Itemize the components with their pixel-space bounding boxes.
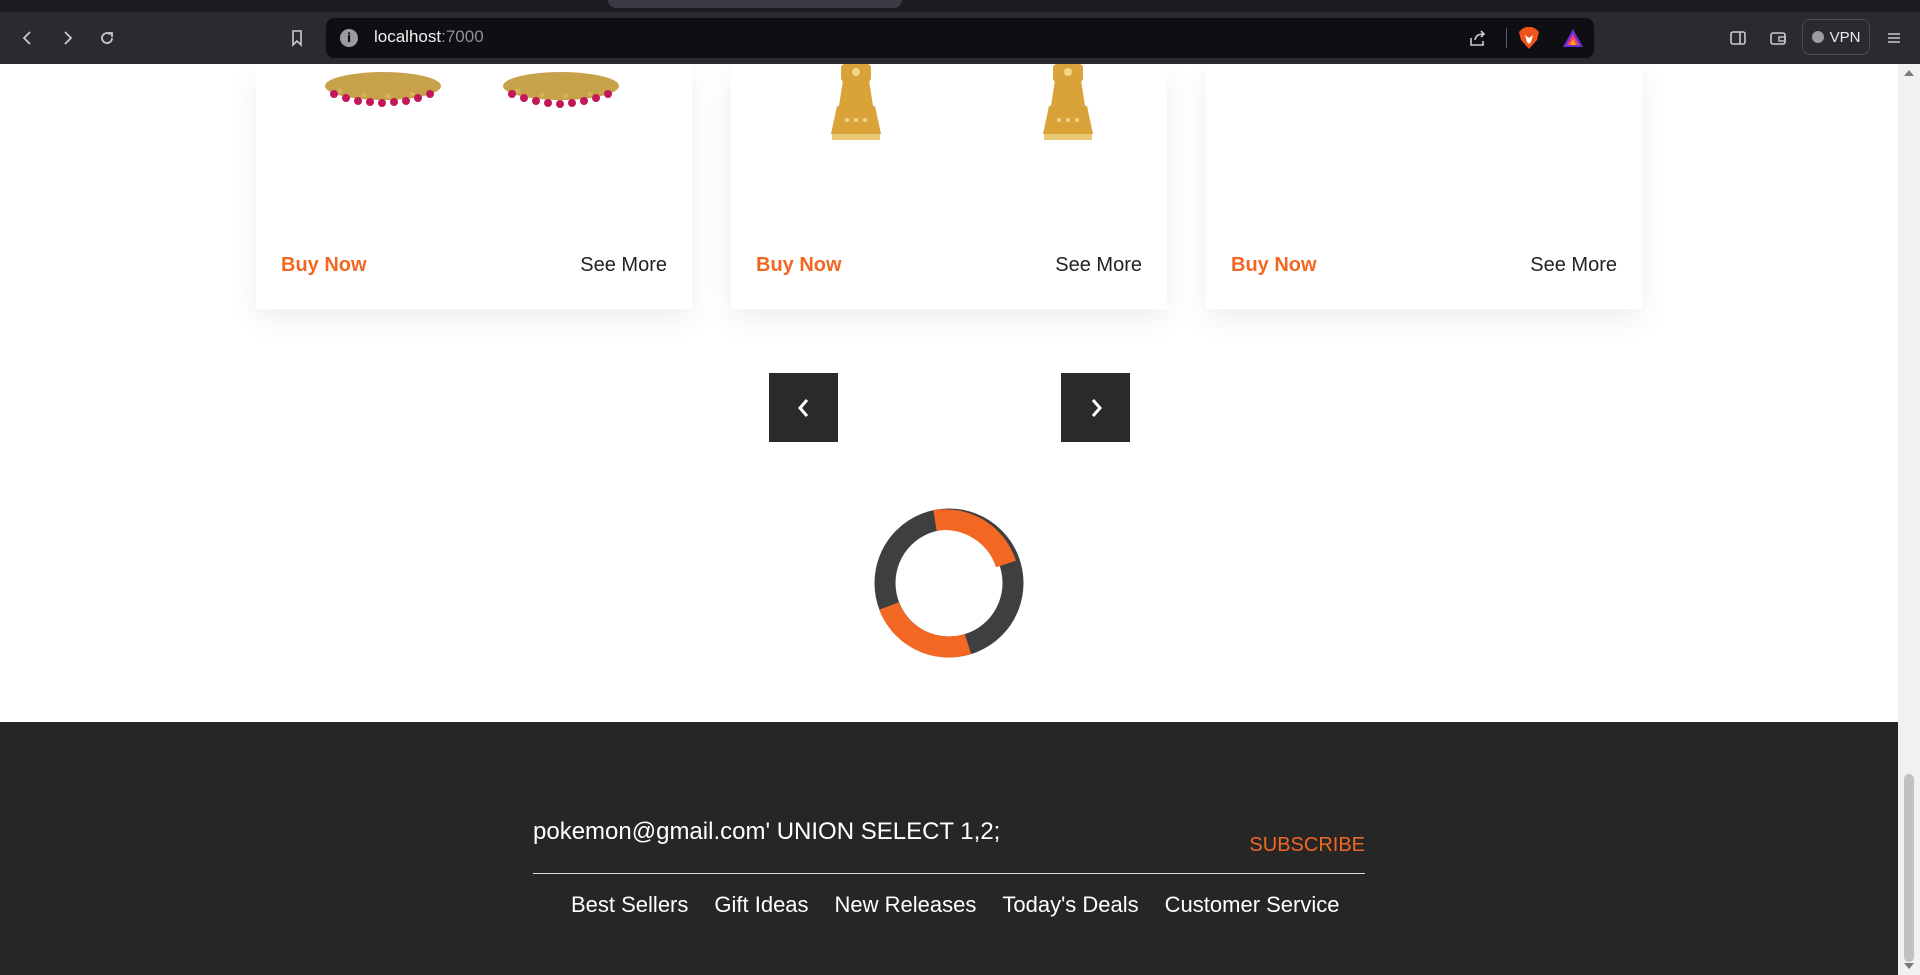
brave-rewards-icon[interactable] — [1562, 28, 1584, 52]
see-more-link[interactable]: See More — [1055, 254, 1142, 277]
scrollbar-thumb[interactable] — [1904, 774, 1914, 962]
footer-link-gift-ideas[interactable]: Gift Ideas — [714, 892, 808, 918]
chevron-right-icon — [1091, 398, 1102, 417]
footer-link-todays-deals[interactable]: Today's Deals — [1002, 892, 1138, 918]
back-icon[interactable] — [14, 24, 42, 52]
urlbar-divider — [1506, 28, 1507, 48]
footer-link-new-releases[interactable]: New Releases — [835, 892, 977, 918]
scroll-down-arrow-icon[interactable] — [1904, 963, 1914, 969]
forward-icon[interactable] — [53, 24, 81, 52]
menu-icon[interactable] — [1880, 24, 1908, 52]
page-viewport: Buy Now See More Buy Now See More Buy No… — [0, 64, 1898, 975]
carousel-prev-button[interactable] — [769, 373, 838, 442]
browser-toolbar: i localhost:7000 VPN — [0, 12, 1920, 64]
product-card: Buy Now See More — [731, 64, 1167, 309]
vpn-status-icon — [1811, 31, 1824, 43]
footer: SUBSCRIBE Best Sellers Gift Ideas New Re… — [0, 722, 1898, 975]
buy-now-button[interactable]: Buy Now — [756, 254, 842, 277]
buy-now-button[interactable]: Buy Now — [1231, 254, 1317, 277]
product-card: Buy Now See More — [256, 64, 692, 309]
sidebar-icon[interactable] — [1724, 24, 1752, 52]
active-tab[interactable] — [608, 0, 902, 8]
loading-spinner — [874, 508, 1024, 658]
share-icon[interactable] — [1468, 28, 1488, 52]
newsletter-form: SUBSCRIBE — [533, 812, 1365, 874]
footer-links: Best Sellers Gift Ideas New Releases Tod… — [571, 892, 1340, 918]
vpn-label: VPN — [1829, 28, 1861, 46]
address-bar[interactable]: i localhost:7000 — [326, 18, 1594, 58]
see-more-link[interactable]: See More — [580, 254, 667, 277]
page-scrollbar[interactable] — [1898, 64, 1920, 975]
tab-strip — [0, 0, 1920, 12]
site-info-icon[interactable]: i — [340, 29, 358, 47]
carousel-next-button[interactable] — [1061, 373, 1130, 442]
reload-icon[interactable] — [93, 24, 121, 52]
bookmark-icon[interactable] — [283, 24, 311, 52]
wallet-icon[interactable] — [1764, 24, 1792, 52]
vpn-button[interactable]: VPN — [1802, 19, 1870, 55]
url-text[interactable]: localhost:7000 — [374, 27, 484, 47]
product-card: Buy Now See More — [1206, 64, 1642, 309]
email-input[interactable] — [533, 818, 1233, 846]
url-port: :7000 — [441, 27, 484, 46]
footer-link-customer-service[interactable]: Customer Service — [1165, 892, 1340, 918]
brave-shields-icon[interactable] — [1518, 26, 1540, 54]
buy-now-button[interactable]: Buy Now — [281, 254, 367, 277]
see-more-link[interactable]: See More — [1530, 254, 1617, 277]
scroll-up-arrow-icon[interactable] — [1904, 70, 1914, 76]
product-image-red-gold-earrings[interactable] — [256, 64, 692, 184]
subscribe-button[interactable]: SUBSCRIBE — [1249, 834, 1365, 857]
product-image-gold-earrings[interactable] — [731, 64, 1167, 184]
url-host: localhost — [374, 27, 442, 46]
chevron-left-icon — [797, 398, 808, 417]
footer-link-best-sellers[interactable]: Best Sellers — [571, 892, 688, 918]
